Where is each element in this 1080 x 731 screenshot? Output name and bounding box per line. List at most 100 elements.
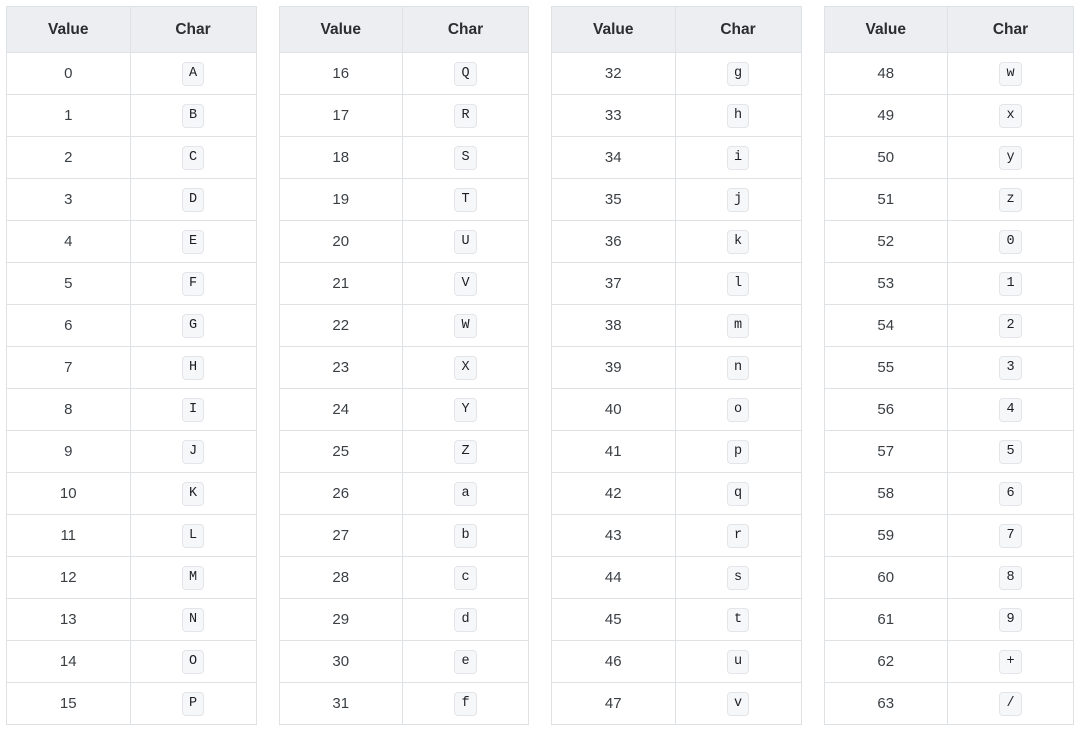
header-char: Char [130,7,256,53]
table-row: 14O [7,641,257,683]
char-cell: d [403,599,529,641]
value-cell: 35 [552,179,676,221]
table-row: 44 s [552,557,802,599]
value-cell: 55 [824,347,948,389]
char-cell: v [675,683,801,725]
char-cell: m [675,305,801,347]
table-row: 24Y [279,389,529,431]
value-cell: 25 [279,431,403,473]
char-cell: N [130,599,256,641]
table-row: 33h [552,95,802,137]
value-cell: 45 [552,599,676,641]
table-row: 8I [7,389,257,431]
char-cell: 6 [948,473,1074,515]
table-row: 43r [552,515,802,557]
char-cell: / [948,683,1074,725]
table-row: 6G [7,305,257,347]
table-row: 40o [552,389,802,431]
value-cell: 37 [552,263,676,305]
table-row: 22W [279,305,529,347]
char-box: A [182,62,204,86]
char-box: s [727,566,749,590]
char-box: 2 [999,314,1021,338]
char-cell: E [130,221,256,263]
value-cell: 3 [7,179,131,221]
char-cell: n [675,347,801,389]
header-value: Value [279,7,403,53]
char-box: y [999,146,1021,170]
char-cell: 0 [948,221,1074,263]
char-cell: B [130,95,256,137]
char-box: Z [454,440,476,464]
header-char: Char [948,7,1074,53]
table-row: 11L [7,515,257,557]
value-cell: 46 [552,641,676,683]
value-cell: 9 [7,431,131,473]
table-row: 47v [552,683,802,725]
table-row: 34i [552,137,802,179]
header-char: Char [403,7,529,53]
char-box: 7 [999,524,1021,548]
table-row: 18S [279,137,529,179]
table-row: 38m [552,305,802,347]
char-cell: T [403,179,529,221]
char-box: 6 [999,482,1021,506]
encoding-table-0: Value Char 0A 1B 2C 3D 4E 5F 6G 7H 8I 9J… [6,6,257,725]
table-row: 17R [279,95,529,137]
header-value: Value [552,7,676,53]
table-row: 29d [279,599,529,641]
char-cell: R [403,95,529,137]
table-row: 62+ [824,641,1074,683]
table-row: 23X [279,347,529,389]
value-cell: 33 [552,95,676,137]
char-cell: Y [403,389,529,431]
table-row: 19T [279,179,529,221]
char-cell: z [948,179,1074,221]
table-row: 25 Z [279,431,529,473]
char-box: b [454,524,476,548]
value-cell: 60 [824,557,948,599]
char-cell: U [403,221,529,263]
table-row: 542 [824,305,1074,347]
value-cell: 44 [552,557,676,599]
char-cell: L [130,515,256,557]
table-row: 9J [7,431,257,473]
table-row: 1B [7,95,257,137]
char-box: r [727,524,749,548]
table-row: 13N [7,599,257,641]
char-box: T [454,188,476,212]
table-row: 520 [824,221,1074,263]
char-cell: 4 [948,389,1074,431]
table-row: 50y [824,137,1074,179]
value-cell: 28 [279,557,403,599]
table-row: 32g [552,53,802,95]
char-cell: O [130,641,256,683]
table-row: 27b [279,515,529,557]
char-cell: A [130,53,256,95]
char-cell: X [403,347,529,389]
table-row: 12M [7,557,257,599]
char-cell: C [130,137,256,179]
value-cell: 49 [824,95,948,137]
table-row: 575 [824,431,1074,473]
char-cell: l [675,263,801,305]
table-row: 4E [7,221,257,263]
value-cell: 58 [824,473,948,515]
value-cell: 0 [7,53,131,95]
char-box: + [999,650,1021,674]
encoding-table-2: Value Char 32g 33h 34i 35j 36k 37l 38m 3… [551,6,802,725]
table-row: 531 [824,263,1074,305]
value-cell: 59 [824,515,948,557]
value-cell: 11 [7,515,131,557]
char-box: f [454,692,476,716]
value-cell: 39 [552,347,676,389]
value-cell: 30 [279,641,403,683]
value-cell: 36 [552,221,676,263]
char-box: 5 [999,440,1021,464]
value-cell: 17 [279,95,403,137]
table-row: 58 6 [824,473,1074,515]
value-cell: 53 [824,263,948,305]
char-cell: b [403,515,529,557]
char-box: H [182,356,204,380]
table-row: 619 [824,599,1074,641]
